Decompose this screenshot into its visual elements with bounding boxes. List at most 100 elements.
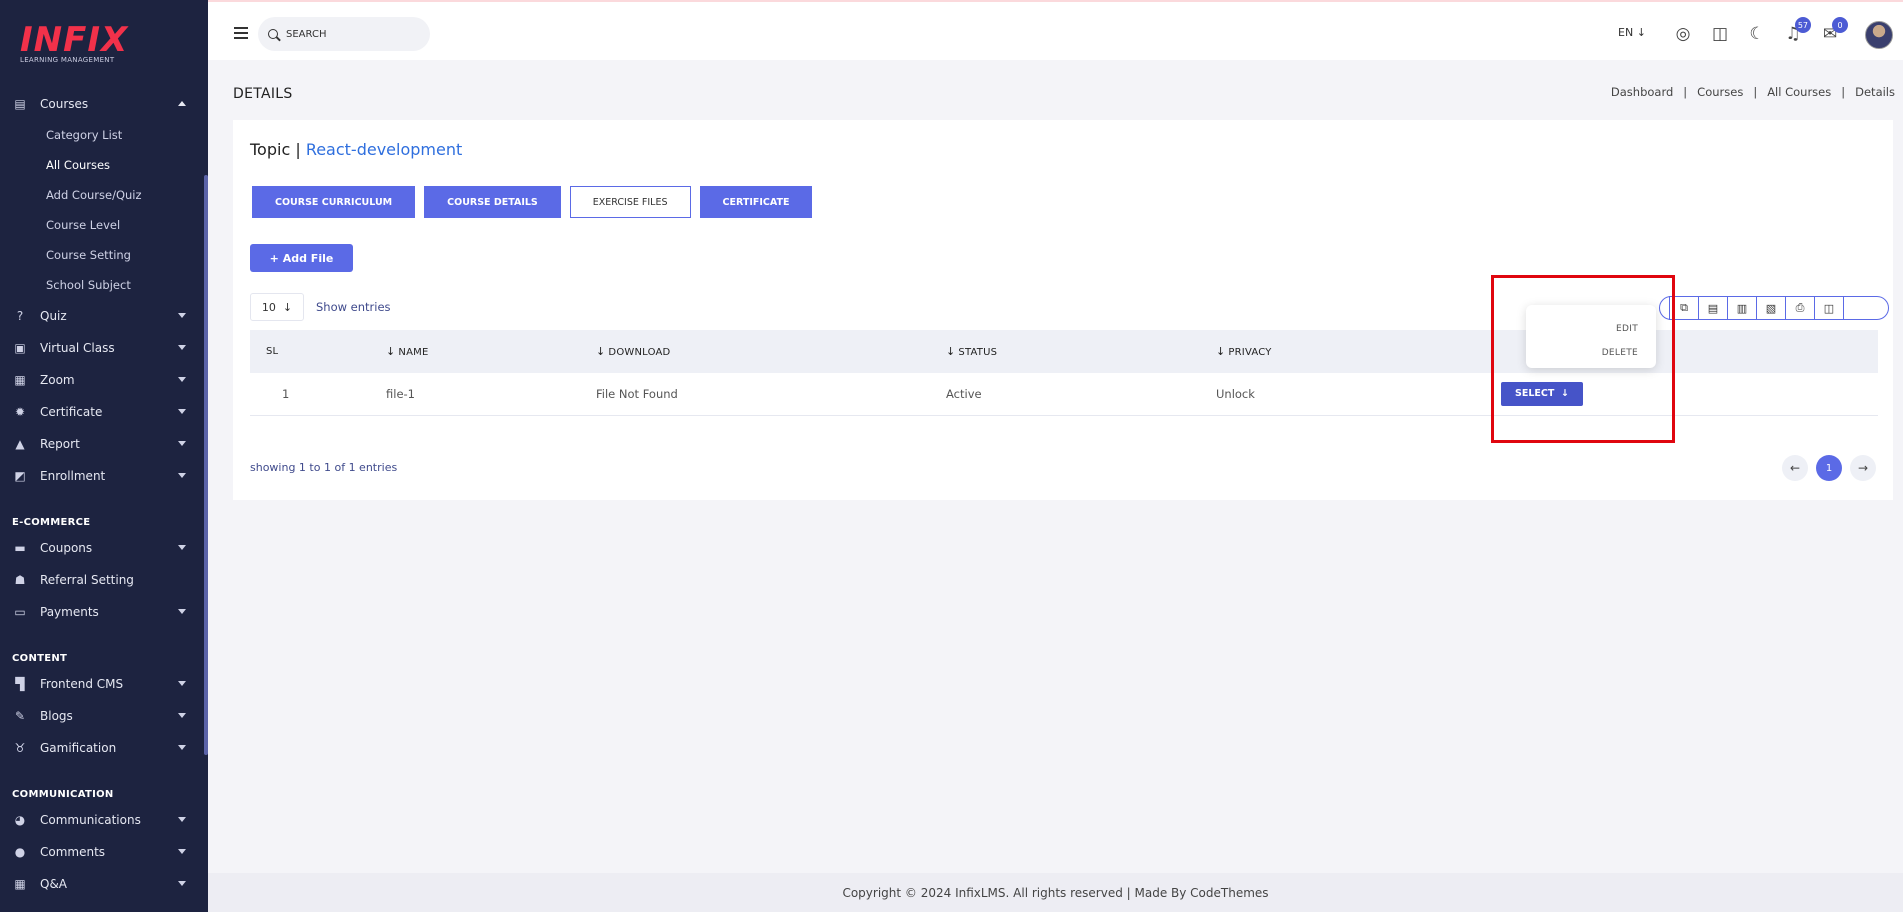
sidebar-item-courses[interactable]: ▤ Courses bbox=[0, 88, 204, 120]
topbar: EN ↓ ◎ ◫ ☾ ♫ 57 ✉ 0 bbox=[208, 0, 1903, 60]
money-icon: ▭ bbox=[14, 605, 26, 619]
coupon-icon: ▬ bbox=[14, 541, 26, 555]
badge-icon: ✹ bbox=[14, 405, 26, 419]
entries-control: 10 ↓ Show entries bbox=[250, 293, 391, 321]
sidebar-item-comments[interactable]: ● Comments bbox=[0, 836, 204, 868]
chevron-up-icon bbox=[178, 101, 186, 106]
cell-download: File Not Found bbox=[580, 373, 930, 416]
sidebar-subitem-course-level[interactable]: Course Level bbox=[0, 210, 204, 240]
columns-icon[interactable]: ◫ bbox=[1814, 296, 1844, 320]
print-icon[interactable]: ⎙ bbox=[1785, 296, 1815, 320]
breadcrumb-dashboard[interactable]: Dashboard bbox=[1611, 85, 1673, 99]
search-input[interactable] bbox=[286, 28, 416, 40]
sidebar-subitem-school-subject[interactable]: School Subject bbox=[0, 270, 204, 300]
sidebar-item-label: Quiz bbox=[40, 309, 67, 323]
language-label: EN bbox=[1618, 26, 1634, 39]
column-name[interactable]: ↓ NAME bbox=[370, 330, 580, 373]
sidebar-scrollbar[interactable] bbox=[204, 175, 208, 755]
column-status[interactable]: ↓ STATUS bbox=[930, 330, 1200, 373]
search-box[interactable] bbox=[258, 17, 430, 51]
topic-label: Topic | bbox=[250, 140, 301, 159]
sidebar-subitem-all-courses[interactable]: All Courses bbox=[0, 150, 204, 180]
sidebar-subitem-category-list[interactable]: Category List bbox=[0, 120, 204, 150]
next-page-icon[interactable]: → bbox=[1850, 455, 1876, 481]
logo-subtitle: LEARNING MANAGEMENT bbox=[20, 56, 115, 64]
language-selector[interactable]: EN ↓ bbox=[1618, 26, 1646, 39]
globe-icon[interactable]: ◎ bbox=[1671, 22, 1695, 46]
comment-icon: ● bbox=[14, 845, 26, 859]
topic-link[interactable]: React-development bbox=[306, 140, 462, 159]
column-download[interactable]: ↓ DOWNLOAD bbox=[580, 330, 930, 373]
paint-roller-icon: ▜ bbox=[15, 677, 25, 691]
page-number[interactable]: 1 bbox=[1816, 455, 1842, 481]
pagination: ← 1 → bbox=[1782, 455, 1876, 481]
sort-icon: ↓ bbox=[386, 345, 396, 358]
sidebar-item-label: Communications bbox=[40, 813, 141, 827]
add-file-button[interactable]: + Add File bbox=[250, 244, 353, 272]
chevron-down-icon bbox=[178, 881, 186, 886]
chart-icon: ▲ bbox=[15, 437, 25, 451]
chevron-down-icon bbox=[178, 681, 186, 686]
bell-icon[interactable]: ♫ 57 bbox=[1781, 17, 1811, 46]
sidebar-item-zoom[interactable]: ▦ Zoom bbox=[0, 364, 204, 396]
column-label: STATUS bbox=[958, 347, 998, 358]
sidebar-item-label: Report bbox=[40, 437, 80, 451]
sidebar-item-label: Virtual Class bbox=[40, 341, 115, 355]
column-sl[interactable]: SL bbox=[250, 330, 370, 373]
footer-text: Copyright © 2024 InfixLMS. All rights re… bbox=[842, 885, 1269, 900]
logo-text: INFIX bbox=[20, 20, 129, 60]
tab-course-details[interactable]: COURSE DETAILS bbox=[424, 186, 561, 218]
layout-icon[interactable]: ◫ bbox=[1708, 22, 1732, 46]
breadcrumb-courses[interactable]: Courses bbox=[1697, 85, 1743, 99]
breadcrumb-all-courses[interactable]: All Courses bbox=[1767, 85, 1831, 99]
breadcrumb-details[interactable]: Details bbox=[1855, 85, 1895, 99]
edit-icon: ✎ bbox=[14, 709, 26, 723]
breadcrumb: Dashboard | Courses | All Courses | Deta… bbox=[1611, 85, 1895, 99]
sidebar-item-enrollment[interactable]: ◩ Enrollment bbox=[0, 460, 204, 492]
chevron-down-icon bbox=[178, 745, 186, 750]
cell-privacy: Unlock bbox=[1200, 373, 1485, 416]
chevron-down-icon bbox=[178, 849, 186, 854]
menu-icon[interactable] bbox=[234, 27, 248, 39]
sidebar-item-referral-setting[interactable]: ☗ Referral Setting bbox=[0, 564, 204, 596]
sidebar-subitem-add-course-quiz[interactable]: Add Course/Quiz bbox=[0, 180, 204, 210]
pdf-icon[interactable]: ▧ bbox=[1756, 296, 1786, 320]
grid-icon: ▦ bbox=[14, 373, 26, 387]
sidebar-item-payments[interactable]: ▭ Payments bbox=[0, 596, 204, 628]
logo[interactable]: INFIX LEARNING MANAGEMENT bbox=[20, 22, 128, 64]
sidebar-item-qa[interactable]: ▦ Q&A bbox=[0, 868, 204, 900]
sidebar-item-communications[interactable]: ◕ Communications bbox=[0, 804, 204, 836]
sidebar-item-frontend-cms[interactable]: ▜ Frontend CMS bbox=[0, 668, 204, 700]
tab-certificate[interactable]: CERTIFICATE bbox=[699, 186, 813, 218]
question-circle-icon: ? bbox=[16, 309, 24, 323]
chevron-down-icon bbox=[178, 313, 186, 318]
section-ecommerce: E-COMMERCE bbox=[12, 517, 91, 528]
message-icon[interactable]: ✉ 0 bbox=[1818, 17, 1848, 46]
tab-exercise-files[interactable]: EXERCISE FILES bbox=[569, 186, 691, 218]
table-info: showing 1 to 1 of 1 entries bbox=[250, 461, 398, 474]
sidebar-item-virtual-class[interactable]: ▣ Virtual Class bbox=[0, 332, 204, 364]
excel-icon[interactable]: ▤ bbox=[1698, 296, 1728, 320]
sidebar-item-blogs[interactable]: ✎ Blogs bbox=[0, 700, 204, 732]
breadcrumb-separator: | bbox=[1841, 85, 1846, 99]
chevron-down-icon bbox=[178, 545, 186, 550]
prev-page-icon[interactable]: ← bbox=[1782, 455, 1808, 481]
sidebar-subitem-course-setting[interactable]: Course Setting bbox=[0, 240, 204, 270]
entries-select[interactable]: 10 ↓ bbox=[250, 293, 304, 321]
avatar[interactable] bbox=[1865, 21, 1893, 49]
page-title: DETAILS bbox=[233, 86, 293, 102]
column-privacy[interactable]: ↓ PRIVACY bbox=[1200, 330, 1485, 373]
sidebar-item-coupons[interactable]: ▬ Coupons bbox=[0, 532, 204, 564]
sidebar-item-certificate[interactable]: ✹ Certificate bbox=[0, 396, 204, 428]
search-icon bbox=[268, 29, 278, 39]
sidebar-item-label: Payments bbox=[40, 605, 99, 619]
csv-icon[interactable]: ▥ bbox=[1727, 296, 1757, 320]
users-icon: ☗ bbox=[14, 573, 26, 587]
sidebar: INFIX LEARNING MANAGEMENT ▤ Courses Cate… bbox=[0, 0, 208, 912]
sidebar-item-label: Enrollment bbox=[40, 469, 106, 483]
sidebar-item-quiz[interactable]: ? Quiz bbox=[0, 300, 204, 332]
moon-icon[interactable]: ☾ bbox=[1745, 22, 1769, 46]
tab-course-curriculum[interactable]: COURSE CURRICULUM bbox=[252, 186, 416, 218]
sidebar-item-gamification[interactable]: ♉ Gamification bbox=[0, 732, 204, 764]
sidebar-item-report[interactable]: ▲ Report bbox=[0, 428, 204, 460]
